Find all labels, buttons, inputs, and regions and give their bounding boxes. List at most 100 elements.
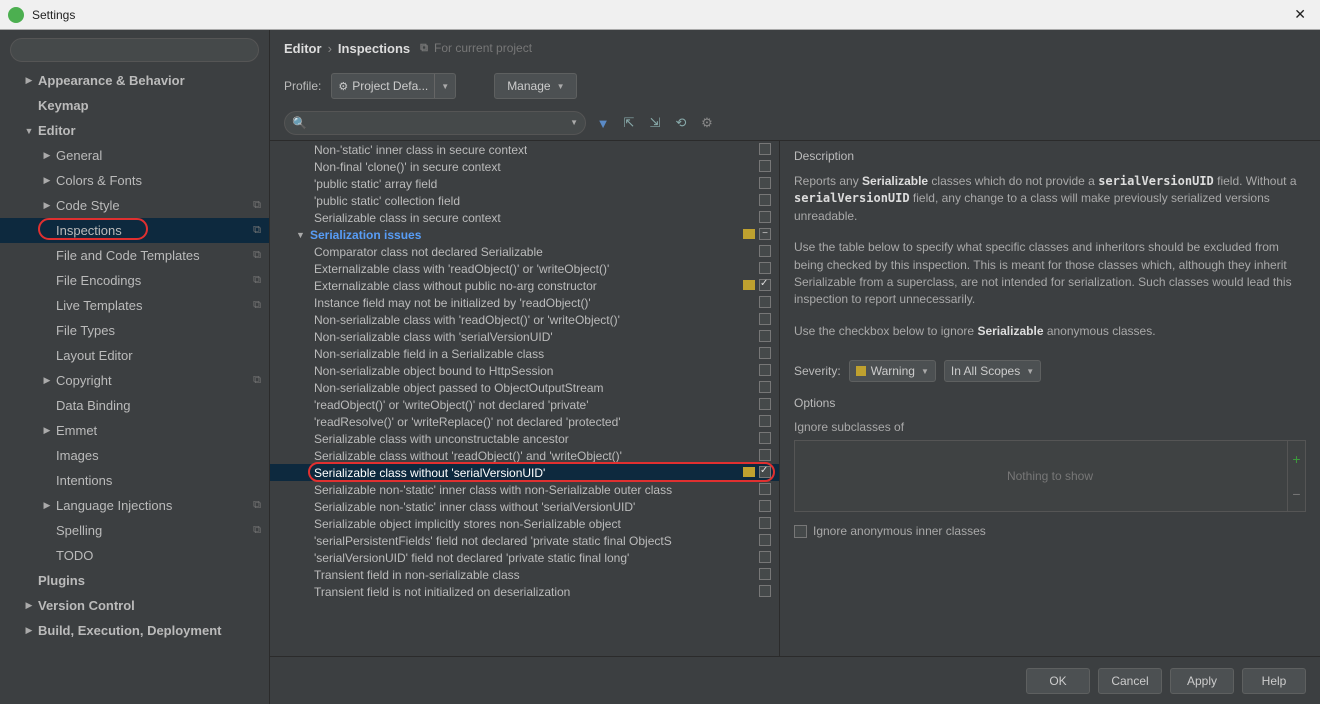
inspection-checkbox[interactable] [759, 279, 771, 291]
profile-combo[interactable]: ⚙ Project Defa... ▼ [331, 73, 456, 99]
inspection-checkbox[interactable] [759, 551, 771, 563]
add-icon[interactable]: + [1288, 441, 1305, 476]
inspection-checkbox[interactable] [759, 466, 771, 478]
sidebar-item[interactable]: ▶Emmet [0, 418, 269, 443]
inspection-checkbox[interactable] [759, 364, 771, 376]
sidebar-item[interactable]: ▼Editor [0, 118, 269, 143]
inspection-row[interactable]: 'readObject()' or 'writeObject()' not de… [270, 396, 779, 413]
inspection-row[interactable]: Serializable class in secure context [270, 209, 779, 226]
sidebar-item[interactable]: Plugins [0, 568, 269, 593]
inspection-checkbox[interactable] [759, 381, 771, 393]
cancel-button[interactable]: Cancel [1098, 668, 1162, 694]
inspection-checkbox[interactable] [759, 194, 771, 206]
inspection-row[interactable]: 'readResolve()' or 'writeReplace()' not … [270, 413, 779, 430]
inspection-row[interactable]: Non-serializable class with 'readObject(… [270, 311, 779, 328]
sidebar-search-input[interactable] [10, 38, 259, 62]
settings-tree[interactable]: ▶Appearance & BehaviorKeymap▼Editor▶Gene… [0, 68, 269, 704]
severity-combo[interactable]: Warning ▼ [849, 360, 936, 382]
sidebar-item[interactable]: Spelling⧉ [0, 518, 269, 543]
inspection-checkbox[interactable] [759, 330, 771, 342]
expand-all-icon[interactable]: ⇱ [620, 114, 638, 132]
inspection-checkbox[interactable] [759, 534, 771, 546]
scope-combo[interactable]: In All Scopes ▼ [944, 360, 1041, 382]
close-icon[interactable]: ✕ [1288, 6, 1312, 23]
inspection-row[interactable]: Non-final 'clone()' in secure context [270, 158, 779, 175]
sidebar-item[interactable]: ▶Copyright⧉ [0, 368, 269, 393]
sidebar-item[interactable]: File Types [0, 318, 269, 343]
inspection-checkbox[interactable] [759, 432, 771, 444]
inspection-checkbox[interactable] [759, 245, 771, 257]
sidebar-item[interactable]: Layout Editor [0, 343, 269, 368]
sidebar-item[interactable]: ▶Language Injections⧉ [0, 493, 269, 518]
sidebar-item[interactable]: ▶Colors & Fonts [0, 168, 269, 193]
sidebar-item[interactable]: Keymap [0, 93, 269, 118]
inspection-row[interactable]: Serializable non-'static' inner class wi… [270, 498, 779, 515]
crumb-editor[interactable]: Editor [284, 41, 322, 56]
remove-icon[interactable]: − [1288, 476, 1305, 511]
inspection-row[interactable]: Externalizable class with 'readObject()'… [270, 260, 779, 277]
inspection-row[interactable]: Non-'static' inner class in secure conte… [270, 141, 779, 158]
inspection-checkbox[interactable] [759, 517, 771, 529]
manage-button[interactable]: Manage ▼ [494, 73, 577, 99]
filter-icon[interactable]: ▼ [594, 114, 612, 132]
inspection-checkbox[interactable] [759, 585, 771, 597]
ok-button[interactable]: OK [1026, 668, 1090, 694]
collapse-all-icon[interactable]: ⇲ [646, 114, 664, 132]
sidebar-item[interactable]: ▶Version Control [0, 593, 269, 618]
reset-icon[interactable]: ⟲ [672, 114, 690, 132]
ignore-anonymous-checkbox[interactable] [794, 525, 807, 538]
inspection-row[interactable]: Instance field may not be initialized by… [270, 294, 779, 311]
inspection-row[interactable]: 'public static' array field [270, 175, 779, 192]
inspection-checkbox[interactable] [759, 398, 771, 410]
inspection-row[interactable]: Non-serializable field in a Serializable… [270, 345, 779, 362]
help-button[interactable]: Help [1242, 668, 1306, 694]
inspection-checkbox[interactable] [759, 296, 771, 308]
apply-button[interactable]: Apply [1170, 668, 1234, 694]
mixed-checkbox[interactable]: − [759, 228, 771, 240]
inspection-group[interactable]: ▼Serialization issues− [270, 226, 779, 243]
sidebar-item[interactable]: File and Code Templates⧉ [0, 243, 269, 268]
sidebar-item[interactable]: Data Binding [0, 393, 269, 418]
inspection-checkbox[interactable] [759, 483, 771, 495]
inspection-row[interactable]: Comparator class not declared Serializab… [270, 243, 779, 260]
inspection-row[interactable]: Non-serializable object bound to HttpSes… [270, 362, 779, 379]
sidebar-item[interactable]: ▶Code Style⧉ [0, 193, 269, 218]
sidebar-item[interactable]: Intentions [0, 468, 269, 493]
sidebar-item[interactable]: Inspections⧉ [0, 218, 269, 243]
inspection-row[interactable]: Transient field in non-serializable clas… [270, 566, 779, 583]
sidebar-item[interactable]: ▶Build, Execution, Deployment [0, 618, 269, 643]
inspection-row[interactable]: 'serialVersionUID' field not declared 'p… [270, 549, 779, 566]
inspection-tree[interactable]: Non-'static' inner class in secure conte… [270, 141, 779, 656]
inspection-row[interactable]: Transient field is not initialized on de… [270, 583, 779, 600]
sidebar-item[interactable]: TODO [0, 543, 269, 568]
inspection-checkbox[interactable] [759, 262, 771, 274]
inspection-row[interactable]: Non-serializable object passed to Object… [270, 379, 779, 396]
inspection-checkbox[interactable] [759, 313, 771, 325]
inspection-checkbox[interactable] [759, 177, 771, 189]
ignore-subclasses-list[interactable]: Nothing to show + − [794, 440, 1306, 512]
inspection-checkbox[interactable] [759, 211, 771, 223]
inspection-checkbox[interactable] [759, 347, 771, 359]
inspection-checkbox[interactable] [759, 500, 771, 512]
sidebar-item[interactable]: Live Templates⧉ [0, 293, 269, 318]
sidebar-item[interactable]: ▶Appearance & Behavior [0, 68, 269, 93]
inspection-row[interactable]: Serializable class without 'serialVersio… [270, 464, 779, 481]
inspection-checkbox[interactable] [759, 449, 771, 461]
sidebar-item[interactable]: File Encodings⧉ [0, 268, 269, 293]
inspection-row[interactable]: Serializable non-'static' inner class wi… [270, 481, 779, 498]
inspection-checkbox[interactable] [759, 143, 771, 155]
inspection-checkbox[interactable] [759, 568, 771, 580]
settings-cog-icon[interactable]: ⚙ [698, 114, 716, 132]
inspection-row[interactable]: Serializable object implicitly stores no… [270, 515, 779, 532]
sidebar-item[interactable]: Images [0, 443, 269, 468]
inspection-checkbox[interactable] [759, 415, 771, 427]
sidebar-item[interactable]: ▶General [0, 143, 269, 168]
inspection-row[interactable]: Non-serializable class with 'serialVersi… [270, 328, 779, 345]
inspection-row[interactable]: 'serialPersistentFields' field not decla… [270, 532, 779, 549]
inspection-checkbox[interactable] [759, 160, 771, 172]
inspection-search-input[interactable] [284, 111, 586, 135]
inspection-row[interactable]: Externalizable class without public no-a… [270, 277, 779, 294]
inspection-row[interactable]: Serializable class with unconstructable … [270, 430, 779, 447]
inspection-row[interactable]: 'public static' collection field [270, 192, 779, 209]
inspection-row[interactable]: Serializable class without 'readObject()… [270, 447, 779, 464]
